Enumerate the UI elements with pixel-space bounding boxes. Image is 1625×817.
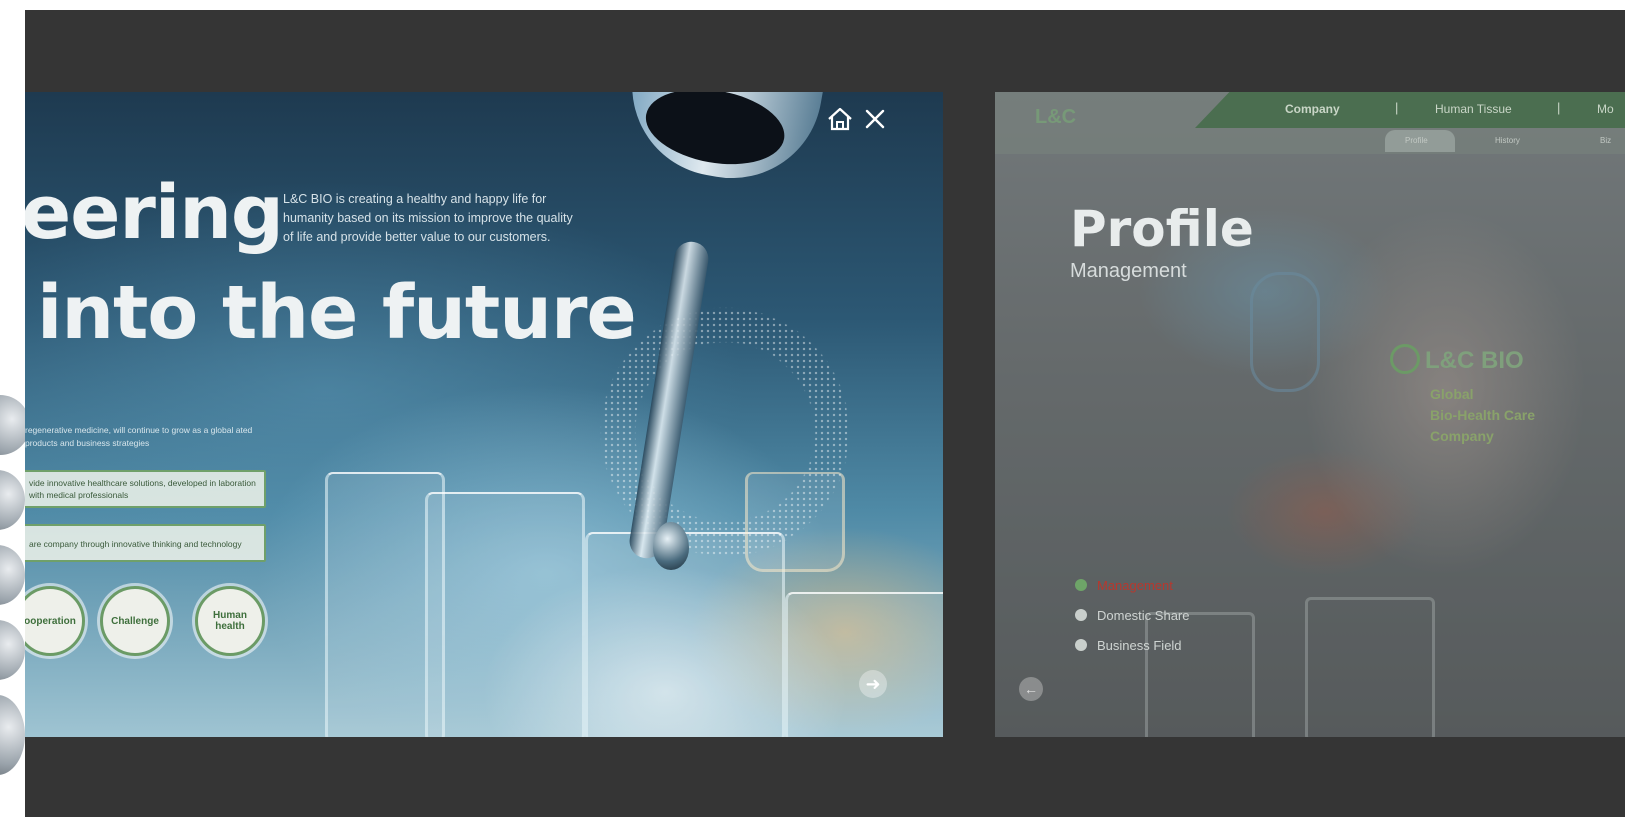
menu-item-label: Business Field (1097, 637, 1182, 653)
nav-human-tissue[interactable]: Human Tissue (1435, 102, 1512, 116)
subnav-biz[interactable]: Biz (1600, 136, 1611, 145)
tagline-line: Company (1430, 428, 1494, 444)
vision-item-1: vide innovative healthcare solutions, de… (25, 470, 266, 508)
headline-line-2: into the future (37, 270, 637, 356)
nav-separator: | (1395, 100, 1399, 115)
brand-tagline: Global Bio-Health Care Company (1430, 384, 1535, 447)
arrow-right-icon[interactable]: ➜ (859, 670, 887, 698)
home-icon[interactable] (825, 104, 855, 134)
bullet-icon (1075, 579, 1087, 591)
decorative-shape (0, 695, 25, 775)
bullet-icon (1075, 639, 1087, 651)
value-cooperation[interactable]: ooperation (25, 586, 85, 656)
intro-text: L&C BIO is creating a healthy and happy … (283, 192, 573, 244)
dropper-cap (617, 92, 833, 193)
menu-item-label: Domestic Share (1097, 607, 1190, 623)
vision-description: regenerative medicine, will continue to … (25, 425, 253, 448)
presentation-stage: eering into the future L&C BIO is creati… (25, 10, 1625, 817)
subnav-history[interactable]: History (1495, 136, 1520, 145)
glassware (785, 592, 943, 737)
left-edge-image (0, 0, 25, 817)
decorative-shape (0, 620, 25, 680)
tagline-line: Global (1430, 386, 1474, 402)
nav-separator: | (1557, 100, 1561, 115)
nav-company[interactable]: Company (1285, 102, 1340, 116)
decorative-shape (0, 470, 25, 530)
nav-more[interactable]: Mo (1597, 102, 1614, 116)
brand-logo-icon (1390, 344, 1420, 374)
page-subtitle: Management (1070, 260, 1187, 282)
slide-profile[interactable]: L&C Company | Human Tissue | Mo Profile … (995, 92, 1625, 737)
logo: L&C (1035, 106, 1077, 128)
close-icon[interactable] (860, 104, 890, 134)
decorative-shape (0, 545, 25, 605)
decorative-shape (0, 395, 25, 455)
tagline-line: Bio-Health Care (1430, 407, 1536, 423)
headline-line-1: eering (25, 170, 284, 256)
bullet-icon (1075, 609, 1087, 621)
arrow-left-icon[interactable]: ← (1019, 677, 1043, 701)
menu-item-business-field[interactable]: Business Field (1075, 630, 1189, 660)
subnav-profile[interactable]: Profile (1405, 136, 1428, 145)
menu-item-management[interactable]: Management (1075, 570, 1189, 600)
vision-item-2: are company through innovative thinking … (25, 524, 266, 562)
main-nav (1195, 92, 1625, 128)
value-human-health[interactable]: Human health (195, 586, 265, 656)
liquid-drop (653, 522, 689, 570)
brand-name: L&C BIO (1425, 347, 1524, 374)
menu-item-domestic-share[interactable]: Domestic Share (1075, 600, 1189, 630)
value-challenge[interactable]: Challenge (100, 586, 170, 656)
menu-item-label: Management (1097, 577, 1173, 593)
profile-menu: Management Domestic Share Business Field (1075, 570, 1189, 660)
slide-vision[interactable]: eering into the future L&C BIO is creati… (25, 92, 943, 737)
glassware (425, 492, 585, 737)
page-title: Profile (1070, 200, 1254, 258)
